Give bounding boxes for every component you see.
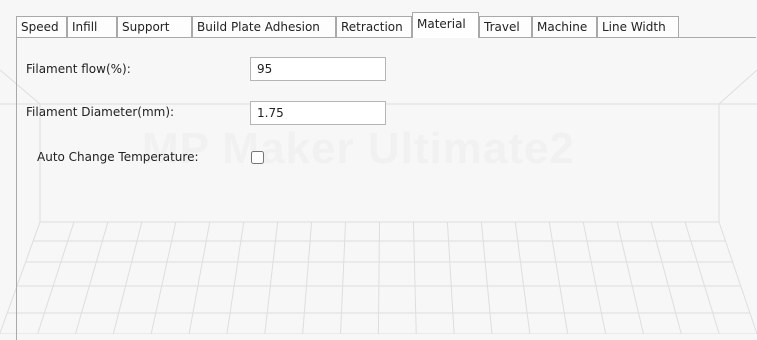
auto-change-temperature-checkbox[interactable] — [251, 151, 264, 164]
filament-diameter-label: Filament Diameter(mm): — [26, 105, 175, 119]
tab-line-width[interactable]: Line Width — [597, 16, 679, 37]
tab-retraction[interactable]: Retraction — [336, 16, 412, 37]
tab-speed[interactable]: Speed — [16, 16, 67, 37]
tab-build-plate-adhesion[interactable]: Build Plate Adhesion — [192, 16, 336, 37]
auto-change-temperature-label: Auto Change Temperature: — [37, 150, 199, 164]
tab-travel[interactable]: Travel — [479, 16, 532, 37]
filament-flow-label: Filament flow(%): — [26, 62, 131, 76]
filament-flow-input[interactable] — [250, 57, 386, 81]
tab-machine[interactable]: Machine — [532, 16, 597, 37]
tab-material[interactable]: Material — [412, 12, 479, 38]
filament-diameter-input[interactable] — [250, 101, 386, 125]
tab-support[interactable]: Support — [117, 16, 192, 37]
material-settings-panel: Filament flow(%): Filament Diameter(mm):… — [16, 37, 756, 340]
tab-infill[interactable]: Infill — [67, 16, 117, 37]
